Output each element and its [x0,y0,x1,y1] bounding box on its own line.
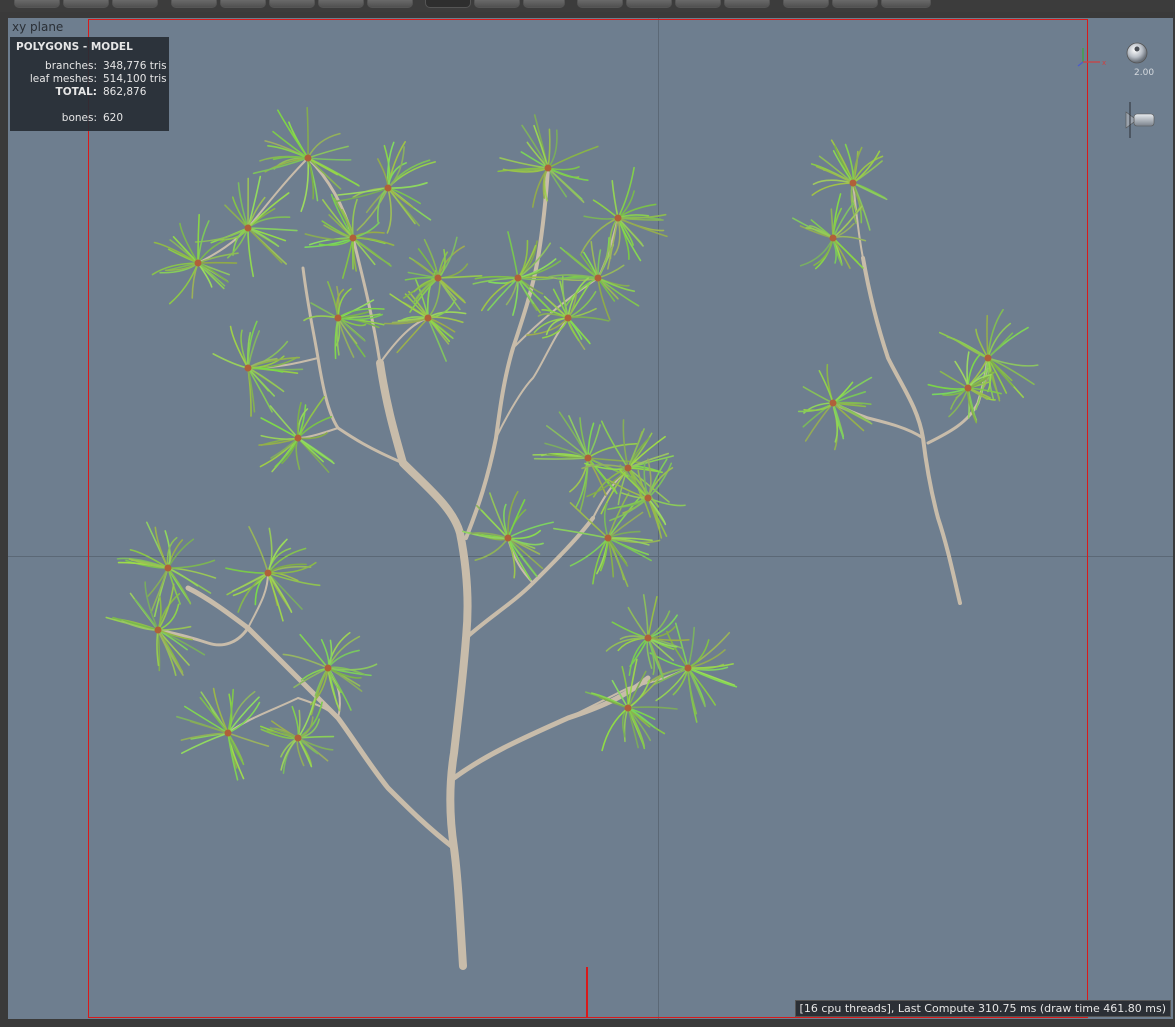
polygon-stats-panel: POLYGONS - MODEL branches: 348,776 tris … [10,37,169,131]
toolbar-button[interactable] [367,0,413,8]
toolbar-button-active[interactable] [425,0,471,8]
toolbar-button[interactable] [577,0,623,8]
toolbar-button[interactable] [881,0,931,8]
axis-gizmo-icon: x [1077,48,1106,67]
toolbar-button[interactable] [626,0,672,8]
stats-value: 514,100 tris [103,73,167,85]
camera-frame-tick [586,967,588,1017]
svg-text:x: x [1102,59,1106,67]
stats-value: 620 [103,112,124,124]
3d-viewport[interactable]: xy plane POLYGONS - MODEL branches: 348,… [8,18,1173,1019]
stats-row-leaf-meshes: leaf meshes: 514,100 tris [10,73,169,86]
stats-row-branches: branches: 348,776 tris [10,60,169,73]
stats-row-bones: bones: 620 [10,112,169,125]
viewport-label: xy plane [12,20,64,34]
stats-label: TOTAL: [55,86,97,98]
stats-label: branches: [45,60,97,72]
toolbar-button[interactable] [724,0,770,8]
stats-label: leaf meshes: [29,73,97,85]
top-toolbar [0,0,1175,12]
toolbar-button[interactable] [675,0,721,8]
camera-icon[interactable] [1122,98,1158,142]
toolbar-button[interactable] [220,0,266,8]
stats-value: 862,876 [103,86,147,98]
status-bar-text: [16 cpu threads], Last Compute 310.75 ms… [794,1000,1171,1017]
stats-value: 348,776 tris [103,60,167,72]
toolbar-button[interactable] [63,0,109,8]
toolbar-button[interactable] [112,0,158,8]
toolbar-button[interactable] [269,0,315,8]
left-border [0,12,8,1019]
toolbar-button[interactable] [832,0,878,8]
bottom-border [0,1019,1175,1027]
camera-frame-border [88,19,1088,1018]
toolbar-button[interactable] [523,0,565,8]
toolbar-button[interactable] [171,0,217,8]
toolbar-button[interactable] [318,0,364,8]
toolbar-button[interactable] [474,0,520,8]
stats-title: POLYGONS - MODEL [16,41,133,53]
stats-label: bones: [61,112,97,124]
zoom-value: 2.00 [1134,68,1155,78]
toolbar-button[interactable] [783,0,829,8]
stats-row-total: TOTAL: 862,876 [10,86,169,99]
toolbar-button[interactable] [14,0,60,8]
